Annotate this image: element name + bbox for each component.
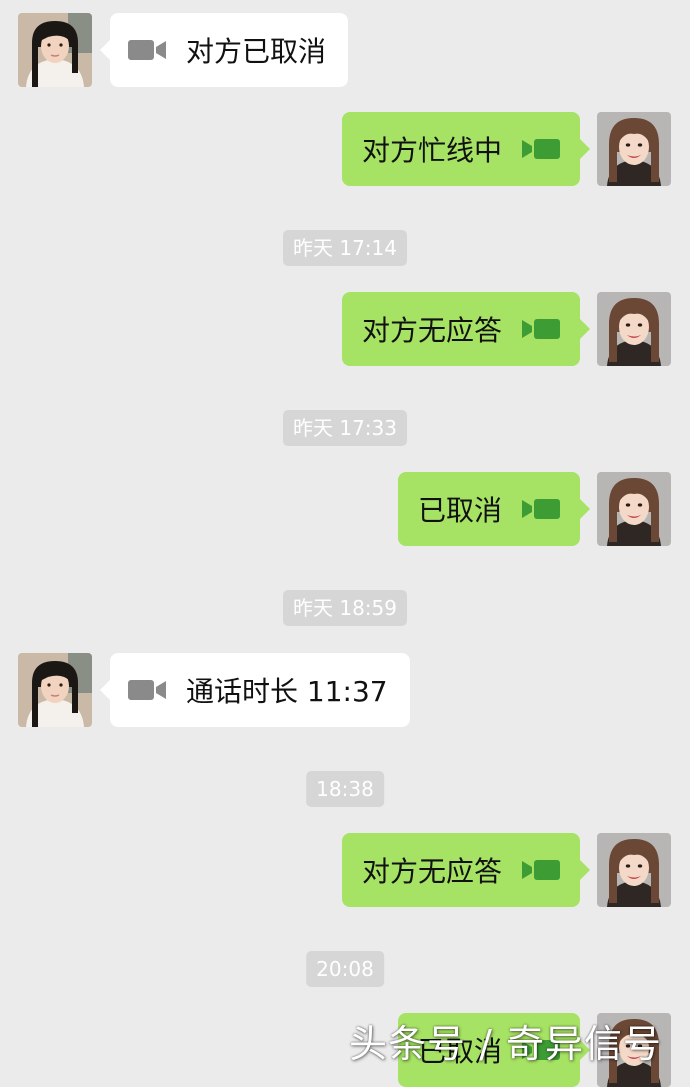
- call-record-text: 对方无应答: [361, 855, 502, 888]
- call-record-bubble[interactable]: 通话时长 11:37: [100, 653, 410, 727]
- chat-history: 对方已取消 对方忙线中 昨天 17:14 对方无应答 昨天 17:33 已取消 …: [0, 0, 690, 1087]
- video-call-icon: [128, 38, 168, 62]
- call-record-text: 对方已取消: [186, 35, 327, 68]
- watermark: 头条号 / 奇异信号: [349, 1022, 662, 1066]
- video-call-icon: [522, 317, 562, 341]
- call-record-text: 对方无应答: [361, 314, 502, 347]
- video-call-icon: [522, 497, 562, 521]
- timestamp: 18:38: [306, 771, 384, 807]
- self-avatar[interactable]: [597, 292, 671, 366]
- video-call-icon: [522, 137, 562, 161]
- call-record-bubble[interactable]: 对方已取消: [99, 13, 349, 87]
- contact-avatar[interactable]: [18, 653, 92, 727]
- call-record-text: 通话时长 11:37: [186, 675, 388, 708]
- self-avatar[interactable]: [597, 833, 671, 907]
- contact-avatar[interactable]: [18, 13, 92, 87]
- call-record-text: 已取消: [417, 494, 502, 527]
- self-avatar[interactable]: [597, 112, 671, 186]
- timestamp: 昨天 18:59: [283, 590, 407, 626]
- video-call-icon: [522, 858, 562, 882]
- timestamp: 昨天 17:33: [283, 410, 407, 446]
- call-record-bubble[interactable]: 已取消: [397, 472, 591, 546]
- call-record-bubble[interactable]: 对方无应答: [341, 833, 591, 907]
- call-record-bubble[interactable]: 对方无应答: [341, 292, 591, 366]
- call-record-bubble[interactable]: 对方忙线中: [341, 112, 591, 186]
- video-call-icon: [128, 678, 168, 702]
- timestamp: 20:08: [306, 951, 384, 987]
- self-avatar[interactable]: [597, 472, 671, 546]
- call-record-text: 对方忙线中: [361, 134, 502, 167]
- timestamp: 昨天 17:14: [283, 230, 407, 266]
